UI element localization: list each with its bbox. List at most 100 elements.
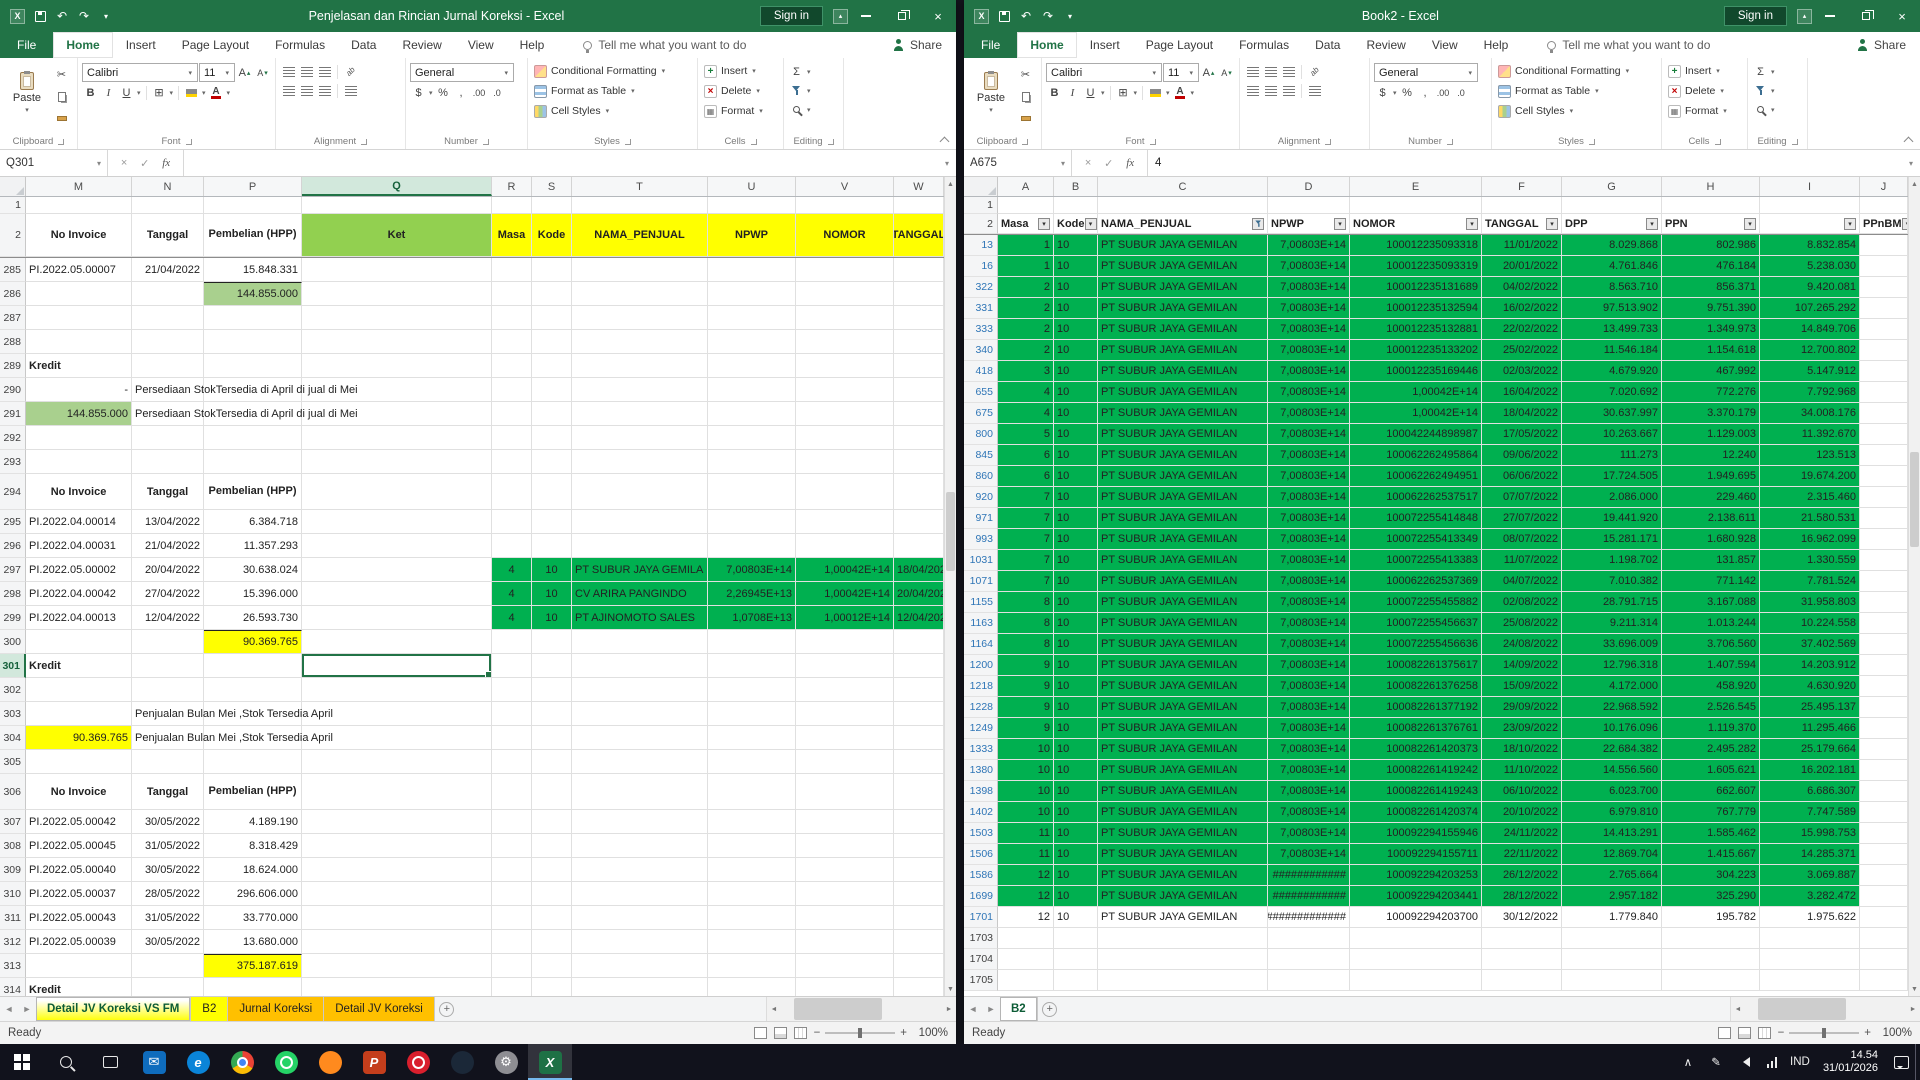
cell-M310[interactable]: PI.2022.05.00037 — [26, 882, 132, 906]
cell-I418[interactable]: 5.147.912 — [1760, 361, 1860, 382]
cell-V287[interactable] — [796, 306, 894, 330]
cell-F1228[interactable]: 29/09/2022 — [1482, 697, 1562, 718]
cell-F860[interactable]: 06/06/2022 — [1482, 466, 1562, 487]
cell-B655[interactable]: 10 — [1054, 382, 1098, 403]
formula-input[interactable] — [184, 150, 938, 176]
name-box[interactable]: A675▾ — [964, 150, 1072, 176]
cell-P306[interactable]: Pembelian (HPP) — [204, 774, 302, 810]
cell-W1[interactable] — [894, 197, 944, 214]
cell-G1402[interactable]: 6.979.810 — [1562, 802, 1662, 823]
cell-D1031[interactable]: 7,00803E+14 — [1268, 550, 1350, 571]
ribbon-tab-formulas[interactable]: Formulas — [262, 32, 338, 58]
cell-M312[interactable]: PI.2022.05.00039 — [26, 930, 132, 954]
cell-A1699[interactable]: 12 — [998, 886, 1054, 907]
cell-V296[interactable] — [796, 534, 894, 558]
cell-U300[interactable] — [708, 630, 796, 654]
sign-in-button[interactable]: Sign in — [760, 6, 823, 26]
cell-S309[interactable] — [532, 858, 572, 882]
cell-T291[interactable] — [572, 402, 708, 426]
column-header-N[interactable]: N — [132, 177, 204, 196]
cell-J1703[interactable] — [1860, 928, 1908, 949]
cell-C845[interactable]: PT SUBUR JAYA GEMILAN — [1098, 445, 1268, 466]
cell-J1[interactable] — [1860, 197, 1908, 214]
cell-R300[interactable] — [492, 630, 532, 654]
row-header-993[interactable]: 993 — [964, 529, 998, 550]
cell-H1503[interactable]: 1.585.462 — [1662, 823, 1760, 844]
cell-C331[interactable]: PT SUBUR JAYA GEMILAN — [1098, 298, 1268, 319]
decrease-font-icon[interactable]: A▾ — [1218, 64, 1235, 81]
filter-dropdown-icon[interactable]: ▾ — [1466, 218, 1478, 230]
cell-G845[interactable]: 111.273 — [1562, 445, 1662, 466]
cell-A1701[interactable]: 12 — [998, 907, 1054, 928]
normal-view-icon[interactable] — [1718, 1027, 1731, 1039]
normal-view-icon[interactable] — [754, 1027, 767, 1039]
row-header-1031[interactable]: 1031 — [964, 550, 998, 571]
align-bottom-icon[interactable] — [316, 63, 333, 80]
cell-E993[interactable]: 100072255413349 — [1350, 529, 1482, 550]
cell-M292[interactable] — [26, 426, 132, 450]
row-header-285[interactable]: 285 — [0, 258, 26, 282]
cell-N297[interactable]: 20/04/2022 — [132, 558, 204, 582]
cell-T289[interactable] — [572, 354, 708, 378]
cell-T299[interactable]: PT AJINOMOTO SALES — [572, 606, 708, 630]
cell-H1704[interactable] — [1662, 949, 1760, 970]
taskbar-search-icon[interactable] — [44, 1044, 88, 1080]
cell-J418[interactable] — [1860, 361, 1908, 382]
row-header-971[interactable]: 971 — [964, 508, 998, 529]
cell-J1071[interactable] — [1860, 571, 1908, 592]
cell-J1398[interactable] — [1860, 781, 1908, 802]
cell-M298[interactable]: PI.2022.04.00042 — [26, 582, 132, 606]
cell-B1586[interactable]: 10 — [1054, 865, 1098, 886]
tray-expand-icon[interactable]: ∧ — [1674, 1044, 1702, 1080]
cell-T300[interactable] — [572, 630, 708, 654]
cell-G1704[interactable] — [1562, 949, 1662, 970]
cell-P296[interactable]: 11.357.293 — [204, 534, 302, 558]
filter-dropdown-icon[interactable]: ▾ — [1646, 218, 1658, 230]
cell-S300[interactable] — [532, 630, 572, 654]
cell-D1249[interactable]: 7,00803E+14 — [1268, 718, 1350, 739]
row-header-311[interactable]: 311 — [0, 906, 26, 930]
cell-A1586[interactable]: 12 — [998, 865, 1054, 886]
underline-icon[interactable]: U — [118, 84, 135, 101]
cell-N293[interactable] — [132, 450, 204, 474]
row-header-314[interactable]: 314 — [0, 978, 26, 996]
cell-P312[interactable]: 13.680.000 — [204, 930, 302, 954]
cell-U297[interactable]: 7,00803E+14 — [708, 558, 796, 582]
formula-bar-expand-icon[interactable]: ▾ — [938, 150, 956, 176]
ribbon-tab-page-layout[interactable]: Page Layout — [1133, 32, 1226, 58]
excel-logo-icon[interactable]: X — [10, 8, 25, 24]
cell-J1701[interactable] — [1860, 907, 1908, 928]
orientation-icon[interactable]: ab — [342, 63, 359, 80]
increase-decimal-icon[interactable]: .00 — [471, 84, 488, 101]
align-bottom-icon[interactable] — [1280, 63, 1297, 80]
filter-funnel-icon[interactable] — [1252, 218, 1264, 230]
cell-S296[interactable] — [532, 534, 572, 558]
cell-I1228[interactable]: 25.495.137 — [1760, 697, 1860, 718]
cell-T314[interactable] — [572, 978, 708, 996]
row-header-300[interactable]: 300 — [0, 630, 26, 654]
row-header-800[interactable]: 800 — [964, 424, 998, 445]
cell-S1[interactable] — [532, 197, 572, 214]
cell-T297[interactable]: PT SUBUR JAYA GEMILA — [572, 558, 708, 582]
cell-G675[interactable]: 30.637.997 — [1562, 403, 1662, 424]
cell-E2[interactable]: NOMOR▾ — [1350, 214, 1482, 234]
cell-S312[interactable] — [532, 930, 572, 954]
orientation-icon[interactable]: ab — [1306, 63, 1323, 80]
bold-icon[interactable]: B — [82, 84, 99, 101]
excel-logo-icon[interactable]: X — [974, 8, 989, 24]
cell-V314[interactable] — [796, 978, 894, 996]
clock[interactable]: 14.54 31/01/2026 — [1814, 1049, 1887, 1075]
cell-V294[interactable] — [796, 474, 894, 510]
percent-style-icon[interactable]: % — [1399, 84, 1416, 101]
cell-E1586[interactable]: 100092294203253 — [1350, 865, 1482, 886]
row-header-655[interactable]: 655 — [964, 382, 998, 403]
cell-J1163[interactable] — [1860, 613, 1908, 634]
cell-C1586[interactable]: PT SUBUR JAYA GEMILAN — [1098, 865, 1268, 886]
cell-H993[interactable]: 1.680.928 — [1662, 529, 1760, 550]
cell-M296[interactable]: PI.2022.04.00031 — [26, 534, 132, 558]
cell-D1071[interactable]: 7,00803E+14 — [1268, 571, 1350, 592]
cell-D1333[interactable]: 7,00803E+14 — [1268, 739, 1350, 760]
dialog-launcher-icon[interactable] — [1150, 139, 1156, 145]
cell-W298[interactable]: 20/04/2022 — [894, 582, 944, 606]
cell-D971[interactable]: 7,00803E+14 — [1268, 508, 1350, 529]
